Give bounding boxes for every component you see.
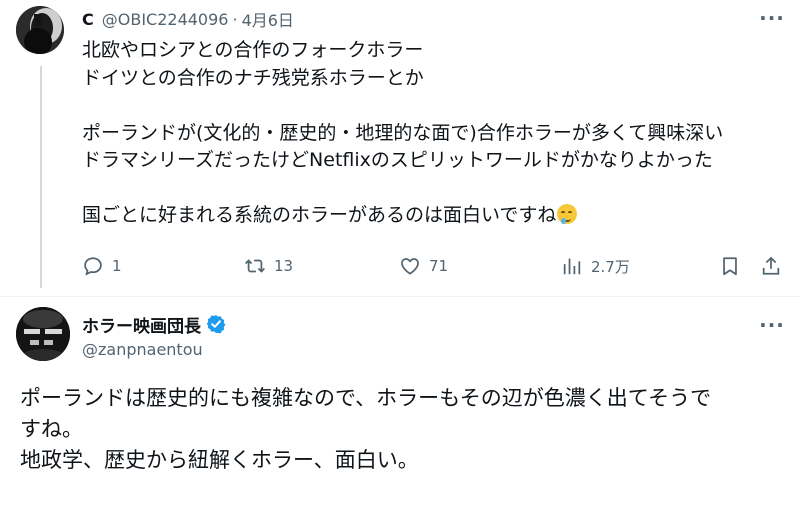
reply-icon: [84, 257, 102, 276]
post-header: C @OBIC2244096 · 4月6日: [82, 6, 294, 32]
more-options-button[interactable]: ···: [758, 315, 786, 335]
more-icon: ···: [759, 6, 785, 30]
like-button[interactable]: 71: [399, 253, 448, 279]
post-text-blank-line: [82, 92, 782, 120]
post-date[interactable]: 4月6日: [242, 7, 294, 31]
post-text-line: 地政学、歴史から紐解くホラー、面白い。: [20, 448, 419, 472]
avatar[interactable]: [16, 307, 70, 361]
display-name[interactable]: ホラー映画団長: [82, 312, 201, 337]
repost-button[interactable]: 13: [244, 253, 293, 279]
post-text: 北欧やロシアとの合作のフォークホラー ドイツとの合作のナチ残党系ホラーとか ポー…: [82, 37, 782, 230]
repost-count: 13: [274, 257, 294, 275]
user-handle[interactable]: @zanpnaentou: [82, 340, 203, 359]
share-icon: [762, 256, 780, 275]
display-name[interactable]: C: [82, 10, 94, 29]
avatar[interactable]: [16, 6, 64, 54]
repost-icon: [245, 259, 265, 273]
views-count: 2.7万: [591, 257, 630, 276]
more-options-button[interactable]: ···: [758, 8, 786, 28]
silhouette-avatar-image: [16, 6, 64, 54]
post-text-line: ドラマシリーズだったけどNetflixのスピリットワールドがかなりよかった: [82, 149, 713, 171]
verified-badge-icon[interactable]: [206, 314, 226, 334]
post-text: ポーランドは歴史的にも複雑なので、ホラーもその辺が色濃く出てそうで すね。 地政…: [20, 383, 790, 476]
reply-count: 1: [112, 257, 122, 275]
bookmark-button[interactable]: [719, 253, 741, 279]
action-bar: 1 13 71 2.7万: [0, 253, 800, 279]
share-button[interactable]: [760, 253, 782, 279]
views-chart-icon: [563, 258, 581, 275]
post-text-line: 北欧やロシアとの合作のフォークホラー: [82, 39, 424, 61]
post-text-fragment: 国ごとに好まれる系統のホラーがあるのは面白いですね: [82, 204, 557, 226]
user-handle[interactable]: @OBIC2244096: [102, 10, 229, 29]
post-text-line-with-emoji: 国ごとに好まれる系統のホラーがあるのは面白いですね: [82, 202, 782, 230]
post-text-line: ポーランドが(文化的・歴史的・地理的な面で)合作ホラーが多くて興味深い: [82, 121, 724, 144]
separator-dot: ·: [232, 9, 238, 29]
more-icon: ···: [759, 313, 785, 337]
bookmark-icon: [723, 257, 737, 276]
post-text-line: ドイツとの合作のナチ残党系ホラーとか: [82, 66, 424, 89]
post-text-line: すね。: [20, 417, 83, 441]
horror-channel-avatar-image: [16, 307, 70, 361]
post-text-line: ポーランドは歴史的にも複雑なので、ホラーもその辺が色濃く出てそうで: [20, 386, 712, 410]
post-header: ホラー映画団長: [82, 312, 226, 337]
views-button[interactable]: 2.7万: [561, 253, 630, 279]
reply-button[interactable]: 1: [82, 253, 122, 279]
like-count: 71: [429, 257, 449, 275]
heart-icon: [401, 258, 419, 275]
post-text-blank-line: [82, 175, 782, 203]
drooling-face-icon: [557, 204, 578, 224]
post-divider: [0, 296, 800, 297]
